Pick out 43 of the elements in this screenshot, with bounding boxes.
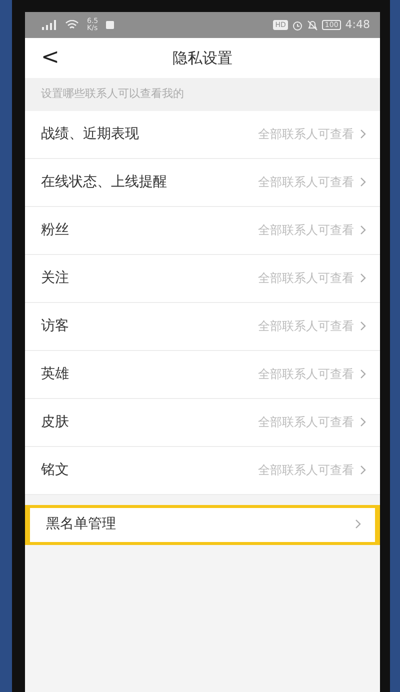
back-button[interactable]: <	[25, 47, 60, 69]
chevron-icon	[360, 177, 366, 187]
chevron-icon	[360, 417, 366, 427]
setting-value: 全部联系人可查看	[258, 462, 354, 479]
setting-label: 战绩、近期表现	[41, 124, 139, 144]
blacklist-row[interactable]: 黑名单管理	[25, 504, 380, 544]
signal-icon	[41, 20, 57, 30]
privacy-setting-row[interactable]: 皮肤 全部联系人可查看	[25, 398, 380, 446]
setting-label: 访客	[41, 316, 69, 336]
chevron-icon	[360, 321, 366, 331]
blacklist-label: 黑名单管理	[46, 514, 116, 534]
alarm-icon	[292, 20, 303, 30]
privacy-setting-row[interactable]: 粉丝 全部联系人可查看	[25, 206, 380, 254]
chevron-icon	[355, 519, 361, 529]
setting-label: 关注	[41, 268, 69, 288]
page-title: 隐私设置	[172, 48, 232, 69]
privacy-setting-row[interactable]: 访客 全部联系人可查看	[25, 302, 380, 350]
setting-label: 在线状态、上线提醒	[41, 172, 167, 192]
setting-label: 皮肤	[41, 412, 69, 432]
privacy-setting-row[interactable]: 关注 全部联系人可查看	[25, 254, 380, 302]
setting-value: 全部联系人可查看	[258, 270, 354, 287]
setting-value: 全部联系人可查看	[258, 414, 354, 431]
wifi-icon	[65, 20, 79, 30]
setting-value: 全部联系人可查看	[258, 222, 354, 239]
setting-value: 全部联系人可查看	[258, 366, 354, 383]
chevron-icon	[360, 273, 366, 283]
mute-icon	[306, 20, 318, 30]
setting-label: 英雄	[41, 364, 69, 384]
privacy-setting-row[interactable]: 英雄 全部联系人可查看	[25, 350, 380, 398]
chevron-icon	[360, 369, 366, 379]
chevron-icon	[360, 129, 366, 139]
privacy-setting-row[interactable]: 铭文 全部联系人可查看	[25, 446, 380, 494]
privacy-setting-row[interactable]: 在线状态、上线提醒 全部联系人可查看	[25, 158, 380, 206]
setting-value: 全部联系人可查看	[258, 126, 354, 143]
setting-label: 铭文	[41, 460, 69, 480]
setting-label: 粉丝	[41, 220, 69, 240]
setting-value: 全部联系人可查看	[258, 318, 354, 335]
setting-value: 全部联系人可查看	[258, 174, 354, 191]
notification-icon	[106, 21, 114, 29]
chevron-icon	[360, 225, 366, 235]
chevron-icon	[360, 465, 366, 475]
privacy-setting-row[interactable]: 战绩、近期表现 全部联系人可查看	[25, 110, 380, 158]
clock-time: 4:48	[345, 16, 370, 33]
